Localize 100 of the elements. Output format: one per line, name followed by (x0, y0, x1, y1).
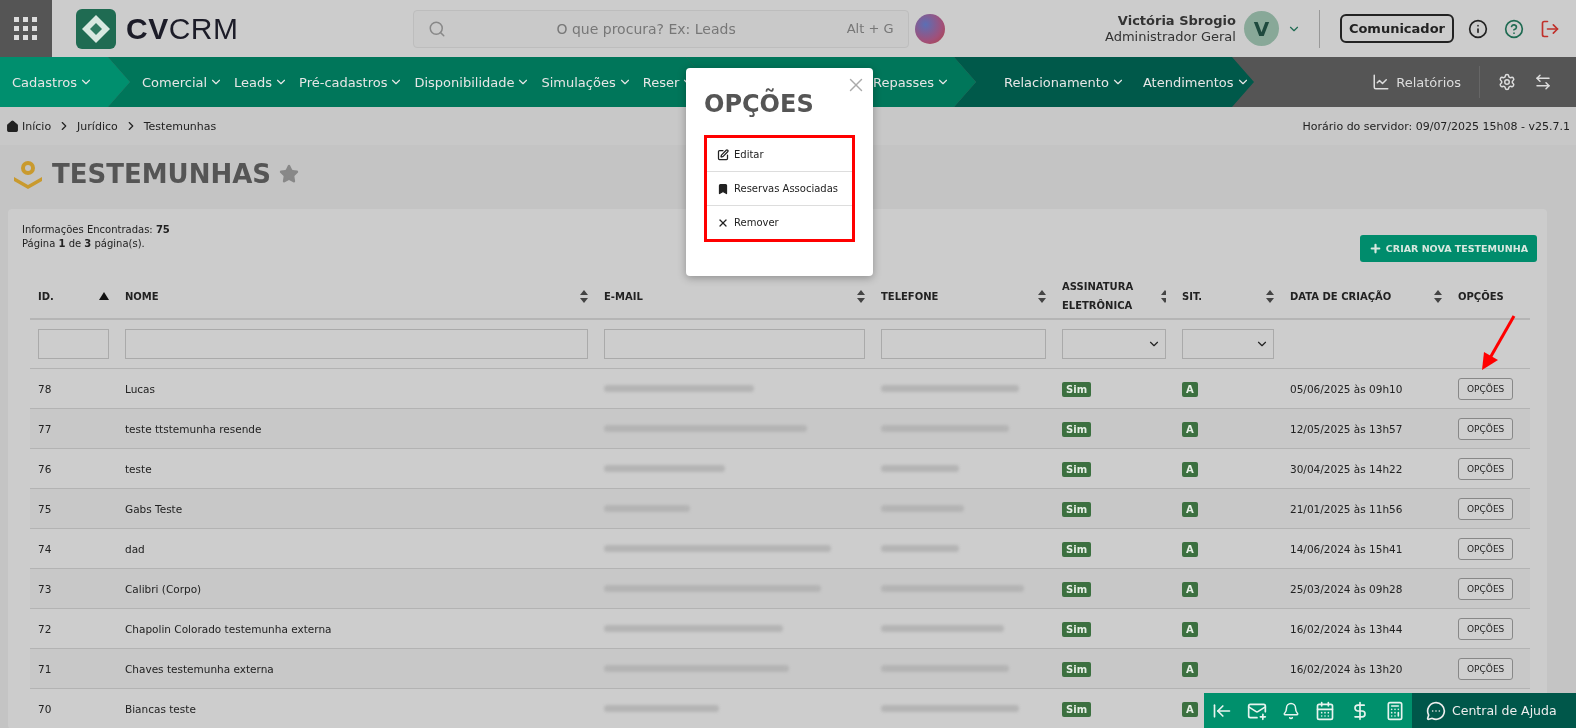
edit-icon (717, 148, 729, 161)
status-badge: A (1182, 501, 1198, 517)
name-cell: teste ttstemunha resende (125, 422, 262, 435)
sort-icon[interactable] (1160, 289, 1166, 303)
column-header[interactable]: TELEFONE (881, 286, 939, 306)
menu-item[interactable]: Remover (707, 205, 852, 239)
signature-badge: Sim (1062, 541, 1092, 557)
signature-badge: Sim (1062, 621, 1092, 637)
column-header[interactable]: NOME (125, 286, 159, 306)
logo-icon (76, 8, 116, 49)
status-badge: A (1182, 701, 1198, 717)
nav-item[interactable]: Disponibilidade (414, 74, 531, 90)
dialog-title: OPÇÕES (704, 90, 815, 118)
nav-item[interactable]: Relacionamento (1004, 74, 1125, 90)
name-cell: Chaves testemunha externa (125, 662, 274, 675)
name-cell: Lucas (125, 382, 155, 395)
status-badge: A (1182, 661, 1198, 677)
filter-field[interactable] (125, 329, 588, 359)
signature-badge: Sim (1062, 421, 1092, 437)
name-cell: Calibri (Corpo) (125, 582, 202, 595)
home-icon (6, 119, 19, 133)
filter-field[interactable] (38, 329, 109, 359)
name-cell: Gabs Teste (125, 502, 183, 515)
swap-icon[interactable] (1534, 73, 1552, 91)
logout-icon[interactable] (1540, 18, 1560, 39)
signature-badge: Sim (1062, 661, 1092, 677)
help-icon[interactable] (1504, 18, 1524, 39)
id-cell: 70 (38, 702, 52, 715)
nav-item[interactable]: Comercial (142, 74, 224, 90)
app-grid-icon[interactable] (0, 0, 52, 57)
options-button[interactable]: OPÇÕES (1458, 537, 1514, 560)
nav-item[interactable]: Pré-cadastros (299, 74, 404, 90)
column-header[interactable]: DATA DE CRIAÇÃO (1290, 286, 1392, 306)
settings-icon[interactable] (1498, 73, 1516, 91)
calendar-icon[interactable] (1314, 700, 1335, 721)
sort-icon[interactable] (857, 289, 865, 303)
signature-badge: Sim (1062, 461, 1092, 477)
id-cell: 76 (38, 462, 52, 475)
id-cell: 72 (38, 622, 52, 635)
id-cell: 77 (38, 422, 52, 435)
breadcrumb-link[interactable]: Jurídico (77, 119, 118, 133)
reports-link[interactable]: Relatórios (1372, 66, 1480, 98)
menu-item[interactable]: Reservas Associadas (707, 171, 852, 205)
bell-icon[interactable] (1281, 701, 1300, 720)
breadcrumb-link[interactable]: Início (6, 119, 52, 133)
date-cell: 21/01/2025 às 11h56 (1290, 502, 1403, 515)
status-badge: A (1182, 461, 1198, 477)
sort-icon[interactable] (1266, 289, 1274, 303)
date-cell: 12/05/2025 às 13h57 (1290, 422, 1403, 435)
id-cell: 78 (38, 382, 52, 395)
options-button[interactable]: OPÇÕES (1458, 497, 1514, 520)
info-icon[interactable] (1468, 18, 1488, 39)
column-header[interactable]: ASSINATURA ELETRÔNICA (1062, 277, 1161, 315)
nav-item[interactable]: Atendimentos (1142, 74, 1250, 90)
favorite-star-icon[interactable] (279, 164, 300, 184)
filter-field[interactable] (881, 329, 1046, 359)
column-header[interactable]: ID. (38, 286, 54, 306)
name-cell: teste (125, 462, 152, 475)
id-cell: 74 (38, 542, 52, 555)
nav-item[interactable]: Simulações (541, 74, 632, 90)
logo-text: CVCRM (126, 11, 239, 46)
sort-icon[interactable] (1038, 289, 1046, 303)
filter-field[interactable] (604, 329, 865, 359)
column-header[interactable]: OPÇÕES (1458, 286, 1504, 306)
sort-asc-icon[interactable] (99, 292, 109, 300)
menu-item[interactable]: Editar (707, 138, 852, 171)
plus-icon (1368, 242, 1382, 255)
breadcrumb-link[interactable]: Testemunhas (143, 119, 217, 133)
user-avatar[interactable]: V (1243, 11, 1279, 46)
options-button[interactable]: OPÇÕES (1458, 577, 1514, 600)
column-header[interactable]: SIT. (1182, 286, 1203, 306)
server-time: Horário do servidor: 09/07/2025 15h08 - v25.7.1 (1302, 119, 1570, 133)
options-button[interactable]: OPÇÕES (1458, 457, 1514, 480)
status-badge: A (1182, 581, 1198, 597)
signature-badge: Sim (1062, 381, 1092, 397)
date-cell: 05/06/2025 às 09h10 (1290, 382, 1403, 395)
column-header[interactable]: E-MAIL (604, 286, 643, 306)
result-info: Informações Encontradas: 75 (22, 223, 170, 237)
id-cell: 75 (38, 502, 52, 515)
id-cell: 73 (38, 582, 52, 595)
signature-badge: Sim (1062, 581, 1092, 597)
help-center-button[interactable]: Central de Ajuda (1412, 693, 1576, 728)
signature-badge: Sim (1062, 501, 1092, 517)
sort-icon[interactable] (580, 289, 588, 303)
options-button[interactable]: OPÇÕES (1458, 657, 1514, 680)
options-button[interactable]: OPÇÕES (1458, 377, 1514, 400)
communicator-button[interactable]: Comunicador (1339, 14, 1454, 43)
chart-icon (1372, 73, 1391, 91)
sort-icon[interactable] (1434, 289, 1442, 303)
nav-item[interactable]: Repasses (873, 74, 950, 90)
search-placeholder: O que procura? Ex: Leads (555, 20, 737, 37)
id-cell: 71 (38, 662, 52, 675)
date-cell: 16/02/2024 às 13h20 (1290, 662, 1403, 675)
options-button[interactable]: OPÇÕES (1458, 617, 1514, 640)
nav-item[interactable]: Leads (234, 74, 289, 90)
status-badge: A (1182, 421, 1198, 437)
status-badge: A (1182, 621, 1198, 637)
user-name: Victória Sbrogio (1116, 12, 1236, 29)
options-button[interactable]: OPÇÕES (1458, 417, 1514, 440)
name-cell: dad (125, 542, 145, 555)
